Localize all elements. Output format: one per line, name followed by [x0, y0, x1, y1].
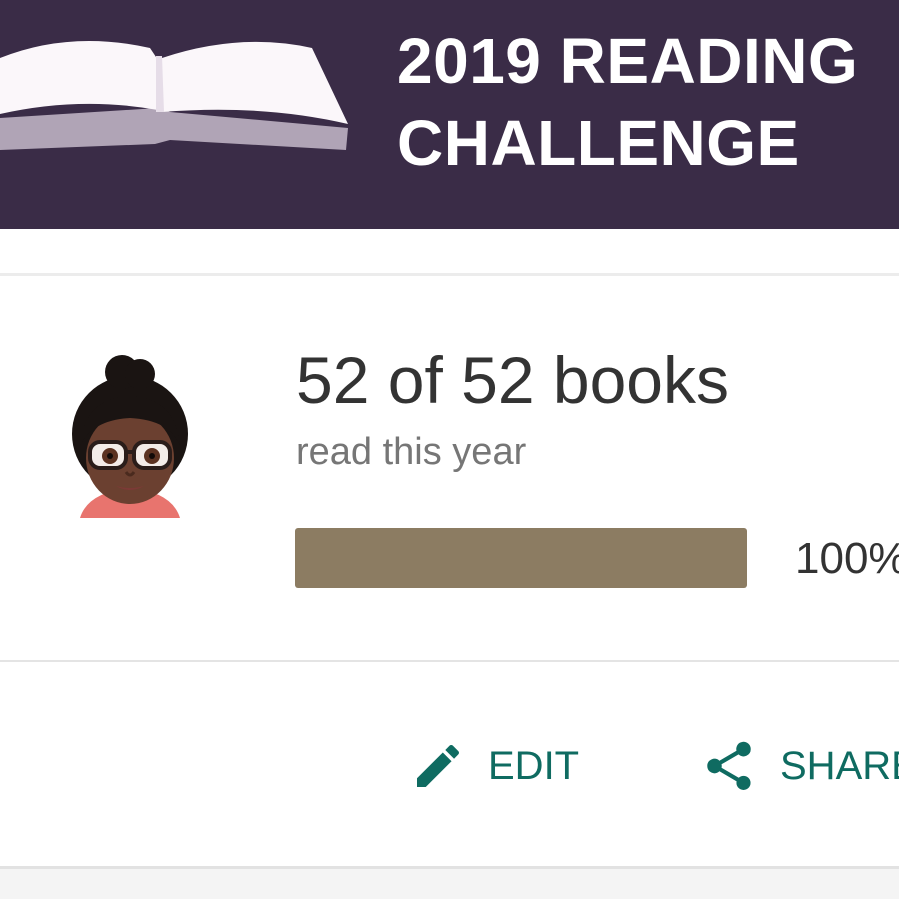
- edit-button-label: EDIT: [488, 743, 580, 788]
- progress-bar: [295, 528, 747, 588]
- spacer: [0, 229, 899, 275]
- challenge-banner: 2019 READING CHALLENGE: [0, 0, 899, 229]
- avatar[interactable]: [40, 346, 220, 526]
- open-book-icon: [0, 40, 348, 150]
- share-icon: [707, 741, 751, 790]
- challenge-actions: EDIT SHARE: [0, 662, 899, 866]
- share-button[interactable]: SHARE: [700, 734, 899, 798]
- progress-percent: 100%: [795, 534, 899, 583]
- challenge-progress-card: 52 of 52 books read this year 100%: [0, 276, 899, 660]
- books-read-count: 52 of 52 books: [296, 343, 729, 417]
- page-background: [0, 869, 899, 899]
- banner-title-line2: CHALLENGE: [397, 107, 800, 179]
- banner-title: 2019 READING CHALLENGE: [397, 20, 897, 184]
- books-read-subtitle: read this year: [296, 431, 527, 473]
- progress-bar-fill: [295, 528, 747, 588]
- edit-button[interactable]: EDIT: [410, 734, 579, 798]
- share-button-label: SHARE: [780, 743, 899, 788]
- banner-title-line1: 2019 READING: [397, 25, 859, 97]
- pencil-icon: [417, 744, 460, 787]
